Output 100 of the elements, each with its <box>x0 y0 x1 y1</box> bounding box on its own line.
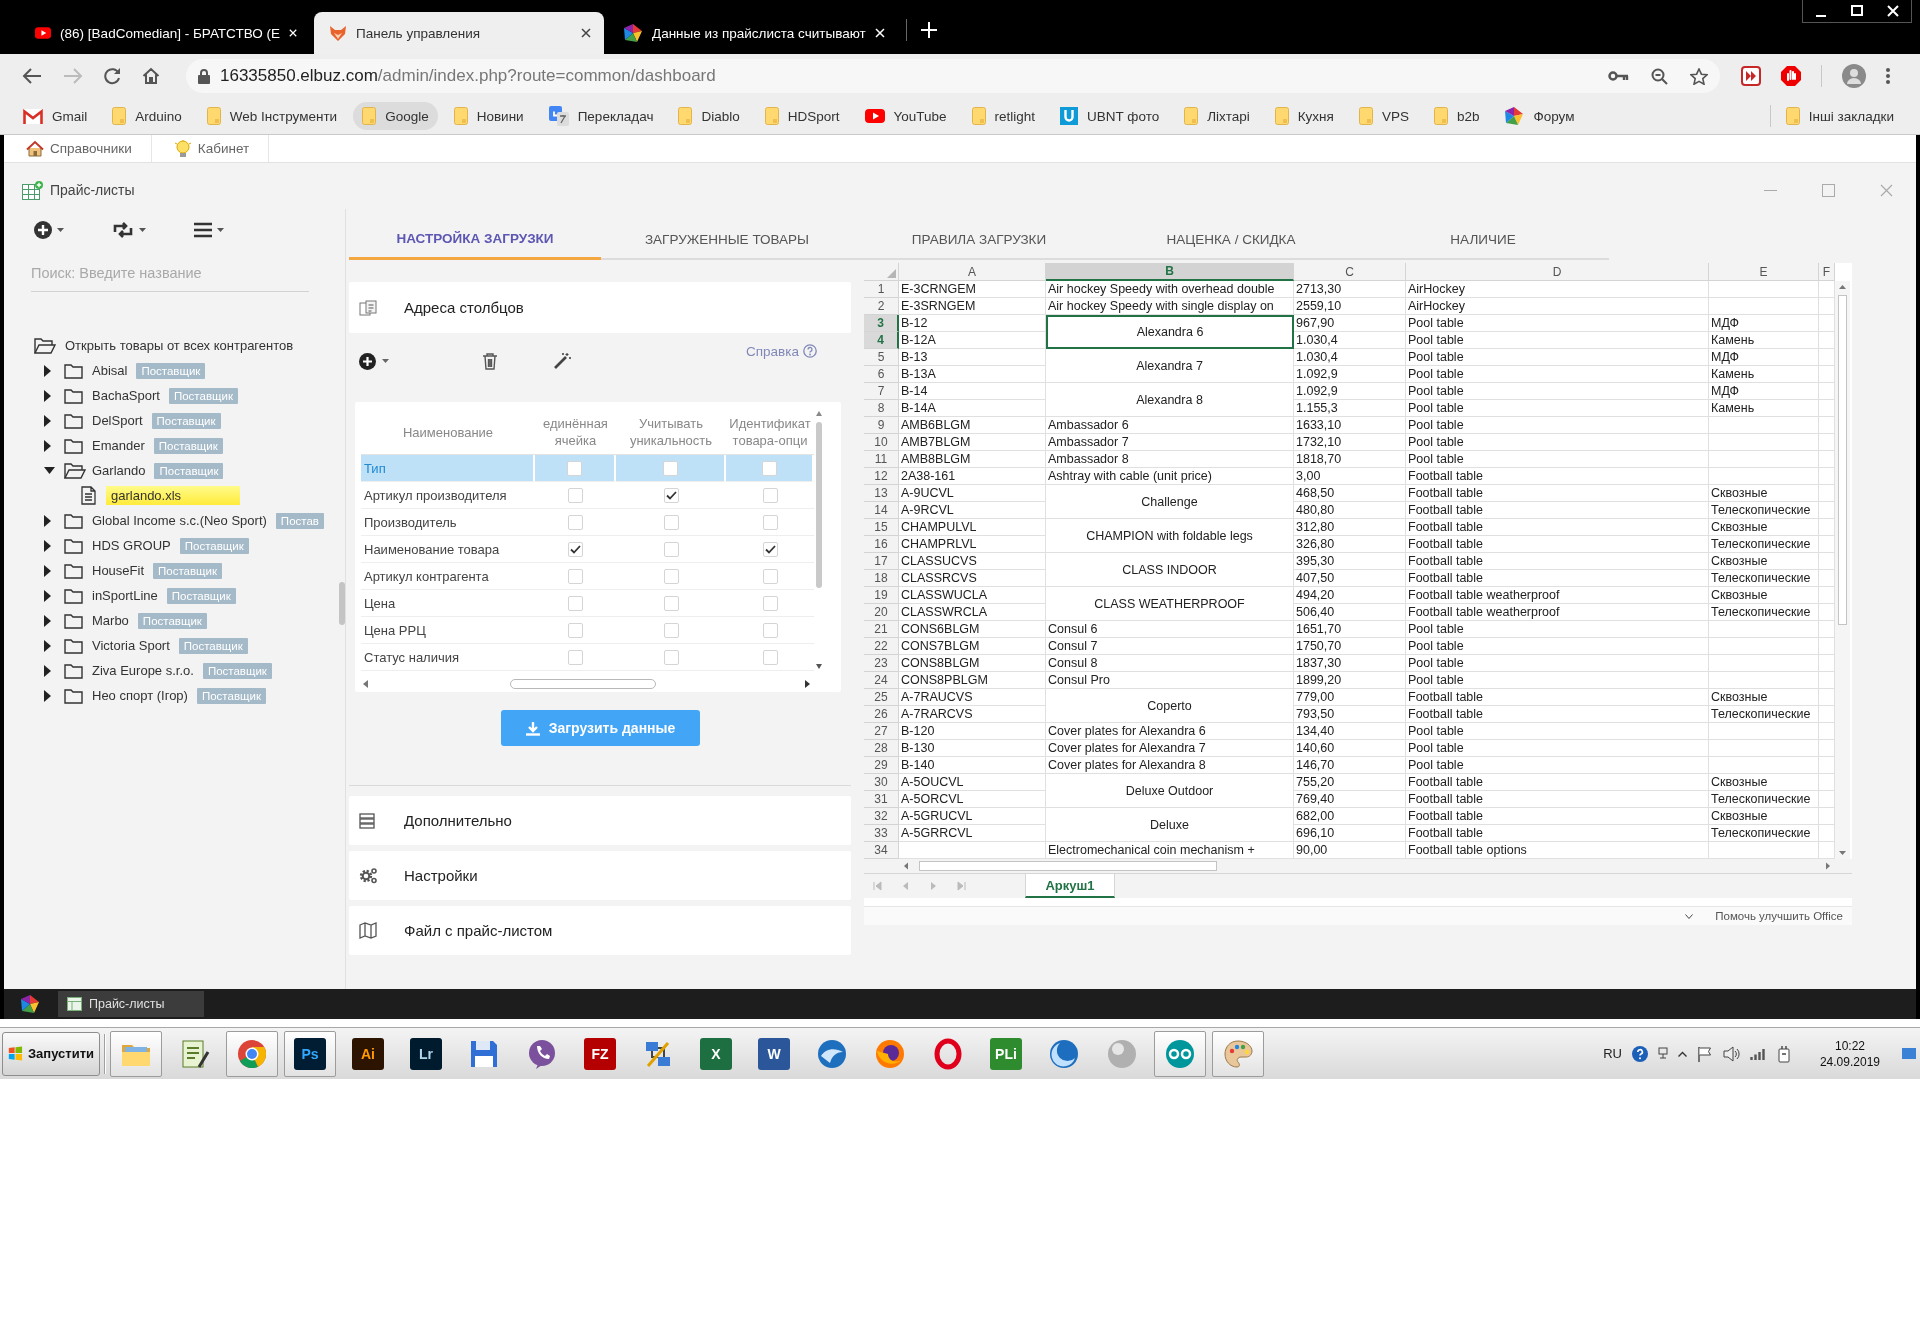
caret-right-icon[interactable] <box>44 664 51 677</box>
bookmark[interactable]: HDSport <box>755 102 849 130</box>
bookmark[interactable]: Ліхтарі <box>1175 102 1259 130</box>
home-icon[interactable] <box>142 67 160 85</box>
taskbar-button[interactable]: X <box>690 1030 742 1077</box>
checkbox[interactable] <box>568 649 583 665</box>
caret-right-icon[interactable] <box>44 414 51 427</box>
tree-item[interactable]: DelSport <box>92 411 143 430</box>
toolbar-link[interactable]: Кабинет <box>151 135 270 162</box>
bookmark[interactable]: YouTube <box>855 103 956 129</box>
tree-item[interactable]: garlando.xls <box>106 486 240 505</box>
checkbox[interactable] <box>663 487 679 503</box>
tree-item[interactable]: Нео спорт (Ігор) <box>92 686 188 705</box>
caret-icon[interactable] <box>217 228 224 232</box>
checkbox[interactable] <box>663 568 679 584</box>
taskbar-button[interactable] <box>1154 1030 1206 1077</box>
display-icon[interactable] <box>1657 1046 1668 1061</box>
trash-icon[interactable] <box>482 352 498 370</box>
row-label[interactable]: Наименование товара <box>361 536 535 563</box>
caret-right-icon[interactable] <box>44 389 51 402</box>
caret-right-icon[interactable] <box>44 639 51 652</box>
taskbar-button[interactable]: Ai <box>342 1030 394 1077</box>
menu-icon[interactable] <box>194 222 212 238</box>
section-header[interactable]: Адреса столбцов <box>349 282 851 333</box>
checkbox[interactable] <box>663 514 679 530</box>
tab[interactable]: НАЦЕНКА / СКИДКА <box>1105 220 1357 260</box>
pinwheel-icon[interactable] <box>20 994 40 1014</box>
row-label[interactable]: Цена <box>361 590 535 617</box>
bookmark[interactable]: retlight <box>962 102 1045 130</box>
caret-icon[interactable] <box>57 228 64 232</box>
checkbox[interactable] <box>762 514 778 530</box>
row-label[interactable]: Статус наличия <box>361 644 535 671</box>
checkbox[interactable] <box>663 622 679 638</box>
scrollbar[interactable] <box>814 410 824 671</box>
star-icon[interactable] <box>1690 67 1708 85</box>
tree-item[interactable]: BachaSport <box>92 386 160 405</box>
tree-item[interactable]: Emander <box>92 436 145 455</box>
tree-item[interactable]: HouseFit <box>92 561 145 580</box>
caret-right-icon[interactable] <box>44 689 51 702</box>
bookmark[interactable]: b2b <box>1424 102 1489 130</box>
open-folder-icon[interactable] <box>34 337 56 354</box>
browser-tab[interactable]: (86) [BadComedian] - БРАТСТВО (Е <box>20 12 310 54</box>
taskbar-button[interactable]: PLi <box>980 1030 1032 1077</box>
chevron-up-icon[interactable] <box>1677 1050 1687 1057</box>
toolbar-link[interactable]: Справочники <box>4 135 152 162</box>
back-icon[interactable] <box>22 67 42 85</box>
tree-item[interactable]: Marbo <box>92 611 129 630</box>
browser-tab[interactable]: Данные из прайслиста считывают <box>608 12 898 54</box>
tab[interactable]: ПРАВИЛА ЗАГРУЗКИ <box>853 220 1105 260</box>
checkbox[interactable] <box>762 622 778 638</box>
menu-icon[interactable] <box>1886 68 1890 84</box>
new-tab-icon[interactable] <box>921 22 937 38</box>
bookmark[interactable]: Новини <box>444 102 533 130</box>
tab[interactable]: ЗАГРУЖЕННЫЕ ТОВАРЫ <box>601 220 853 260</box>
caret-right-icon[interactable] <box>44 614 51 627</box>
key-icon[interactable] <box>1608 70 1629 82</box>
sheet-tab[interactable]: Аркуш1 <box>1025 874 1115 898</box>
checkbox[interactable] <box>762 595 778 611</box>
bookmark[interactable]: Форум <box>1495 101 1584 131</box>
zoom-out-icon[interactable] <box>1651 67 1668 85</box>
plug-icon[interactable] <box>1775 1044 1792 1063</box>
window-button[interactable]: Прайс-листы <box>58 991 204 1017</box>
checkbox[interactable] <box>762 649 778 665</box>
taskbar-button[interactable]: FZ <box>574 1030 626 1077</box>
bookmark[interactable]: Перекладач <box>539 101 663 131</box>
tab[interactable]: НАСТРОЙКА ЗАГРУЗКИ <box>349 220 601 260</box>
taskbar-button[interactable]: Lr <box>400 1030 452 1077</box>
row-label[interactable]: Артикул производителя <box>361 482 535 509</box>
tree-item[interactable]: inSportLine <box>92 586 158 605</box>
bookmark[interactable]: Diablo <box>669 102 749 130</box>
browser-tab[interactable]: Панель управления <box>314 12 604 54</box>
checkbox[interactable] <box>762 487 778 503</box>
tree-item[interactable]: HDS GROUP <box>92 536 171 555</box>
taskbar-button[interactable] <box>226 1030 278 1077</box>
caret-right-icon[interactable] <box>44 439 51 452</box>
checkbox[interactable] <box>663 595 679 611</box>
magic-wand-icon[interactable] <box>553 352 572 370</box>
tree-item[interactable]: Открыть товары от всех контрагентов <box>65 336 294 355</box>
bookmark-folder[interactable]: Інші закладки <box>1776 102 1903 130</box>
checkbox[interactable] <box>568 487 583 503</box>
tree-item[interactable]: Abisal <box>92 361 128 380</box>
bookmark[interactable]: Google <box>353 102 438 130</box>
flag-icon[interactable] <box>1696 1045 1713 1062</box>
tree-item[interactable]: Global Income s.c.(Neo Sport) <box>92 511 267 530</box>
speaker-icon[interactable] <box>1722 1045 1740 1062</box>
scrollbar[interactable] <box>1835 281 1850 859</box>
checkbox[interactable] <box>762 568 778 584</box>
caret-right-icon[interactable] <box>44 514 51 527</box>
bookmark[interactable]: UBNT фото <box>1051 102 1169 130</box>
bookmark[interactable]: VPS <box>1349 102 1418 130</box>
scrollbar[interactable] <box>339 582 345 625</box>
taskbar-button[interactable]: W <box>748 1030 800 1077</box>
bookmark[interactable]: Web Інструменти <box>197 102 347 130</box>
avatar-icon[interactable] <box>1842 64 1866 88</box>
checkbox[interactable] <box>761 460 777 476</box>
taskbar-button[interactable]: Ps <box>284 1030 336 1077</box>
caret-down-icon[interactable] <box>44 467 55 474</box>
stop-hand-icon[interactable] <box>1781 66 1801 86</box>
search-field[interactable]: Поиск: Введите название <box>31 256 309 292</box>
bookmark[interactable]: Кухня <box>1265 102 1343 130</box>
